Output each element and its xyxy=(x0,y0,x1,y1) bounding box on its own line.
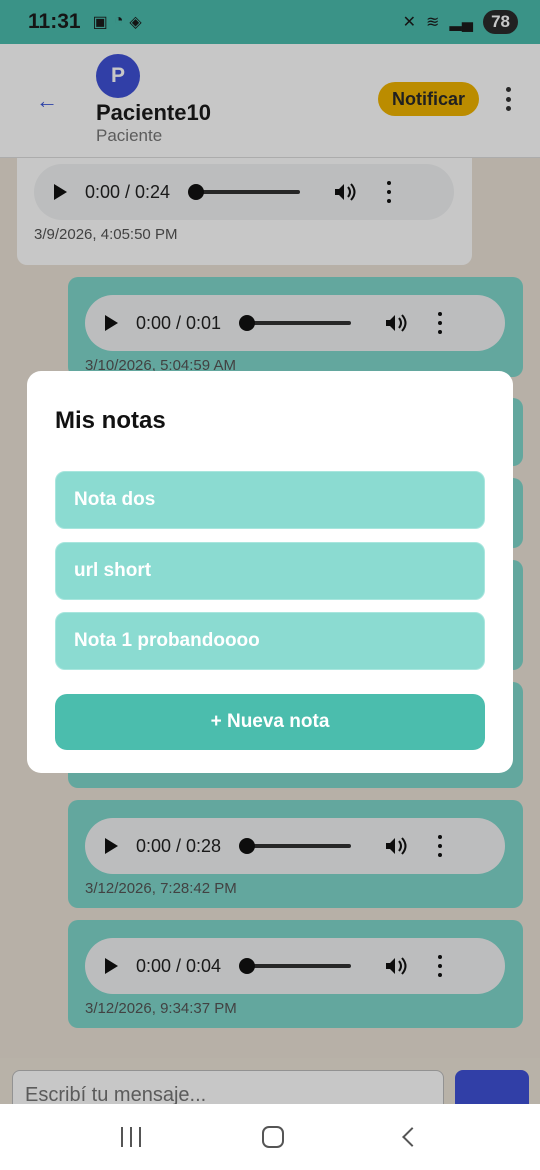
note-item[interactable]: Nota dos xyxy=(55,471,485,529)
home-icon[interactable] xyxy=(261,1126,284,1148)
note-item[interactable]: Nota 1 probandoooo xyxy=(55,612,485,670)
system-navigation-bar xyxy=(0,1104,540,1170)
notes-modal: Mis notas Nota dos url short Nota 1 prob… xyxy=(27,371,513,773)
recents-icon[interactable] xyxy=(120,1127,141,1147)
note-item[interactable]: url short xyxy=(55,542,485,600)
modal-title: Mis notas xyxy=(55,407,166,434)
new-note-button[interactable]: + Nueva nota xyxy=(55,694,485,750)
back-icon[interactable] xyxy=(402,1127,423,1147)
